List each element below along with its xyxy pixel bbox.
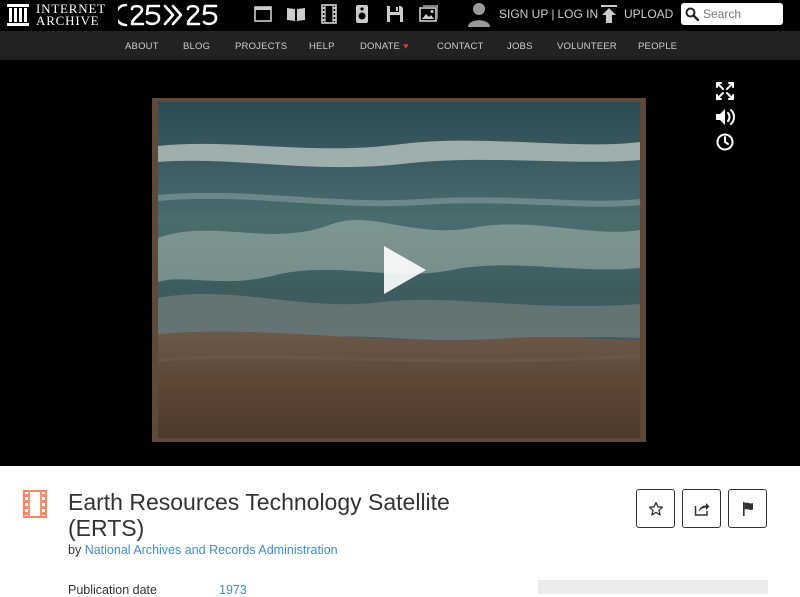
auth-separator: |: [551, 7, 555, 21]
creator-link[interactable]: National Archives and Records Administra…: [85, 543, 338, 557]
nav-volunteer[interactable]: VOLUNTEER: [557, 41, 617, 52]
nav-people[interactable]: PEOPLE: [638, 41, 677, 52]
software-icon[interactable]: [378, 3, 411, 25]
upload-button[interactable]: UPLOAD: [600, 4, 673, 24]
film-icon: [22, 490, 48, 518]
search-icon: [685, 7, 699, 21]
video-theater: [0, 60, 800, 466]
user-icon[interactable]: [467, 1, 491, 29]
flag-button[interactable]: [728, 489, 767, 528]
images-icon[interactable]: [411, 3, 444, 25]
nav-about[interactable]: ABOUT: [125, 41, 159, 52]
secondary-navigation: ABOUT BLOG PROJECTS HELP DONATE ♥ CONTACT…: [0, 31, 800, 60]
share-icon: [694, 502, 709, 516]
side-panel: [538, 580, 768, 594]
search-input[interactable]: [703, 7, 781, 21]
favorite-button[interactable]: [636, 489, 675, 528]
log-in-link[interactable]: LOG IN: [557, 7, 598, 21]
nav-blog[interactable]: BLOG: [183, 41, 210, 52]
nav-help[interactable]: HELP: [309, 41, 335, 52]
volume-icon[interactable]: [714, 107, 736, 127]
heart-icon: ♥: [403, 41, 409, 51]
clock-icon[interactable]: [714, 132, 736, 152]
audio-icon[interactable]: [345, 3, 378, 25]
archive-temple-icon: [7, 4, 29, 26]
search-box: [681, 3, 783, 25]
texts-icon[interactable]: [279, 3, 312, 25]
upload-label: UPLOAD: [624, 7, 674, 21]
upload-icon: [601, 5, 617, 23]
auth-links: SIGN UP | LOG IN: [499, 7, 598, 21]
video-icon[interactable]: [312, 3, 345, 25]
sign-up-link[interactable]: SIGN UP: [499, 7, 548, 21]
logo-line-2: ARCHIVE: [36, 13, 100, 28]
nav-jobs[interactable]: JOBS: [507, 41, 533, 52]
publication-date-value[interactable]: 1973: [219, 583, 247, 597]
nav-projects[interactable]: PROJECTS: [235, 41, 287, 52]
web-icon[interactable]: [246, 3, 279, 25]
play-button[interactable]: [378, 244, 430, 296]
item-title: Earth Resources Technology Satellite (ER…: [68, 489, 450, 541]
nav-contact[interactable]: CONTACT: [437, 41, 484, 52]
publication-date-label: Publication date: [68, 583, 157, 597]
anniversary-25-logo[interactable]: [118, 1, 226, 29]
byline-prefix: by: [68, 543, 82, 557]
internet-archive-logo[interactable]: INTERNET ARCHIVE: [6, 2, 106, 28]
logo-text: INTERNET ARCHIVE: [36, 2, 106, 28]
top-navigation-bar: INTERNET ARCHIVE SIGN UP | LOG IN UPLOAD…: [0, 0, 800, 31]
flag-icon: [742, 501, 753, 516]
share-button[interactable]: [682, 489, 721, 528]
star-icon: [648, 501, 663, 516]
item-byline: by National Archives and Records Adminis…: [68, 543, 338, 557]
nav-donate-label: DONATE: [360, 41, 401, 52]
media-type-icons: [246, 3, 444, 25]
nav-donate[interactable]: DONATE ♥: [360, 41, 409, 52]
fullscreen-icon[interactable]: [714, 81, 736, 101]
